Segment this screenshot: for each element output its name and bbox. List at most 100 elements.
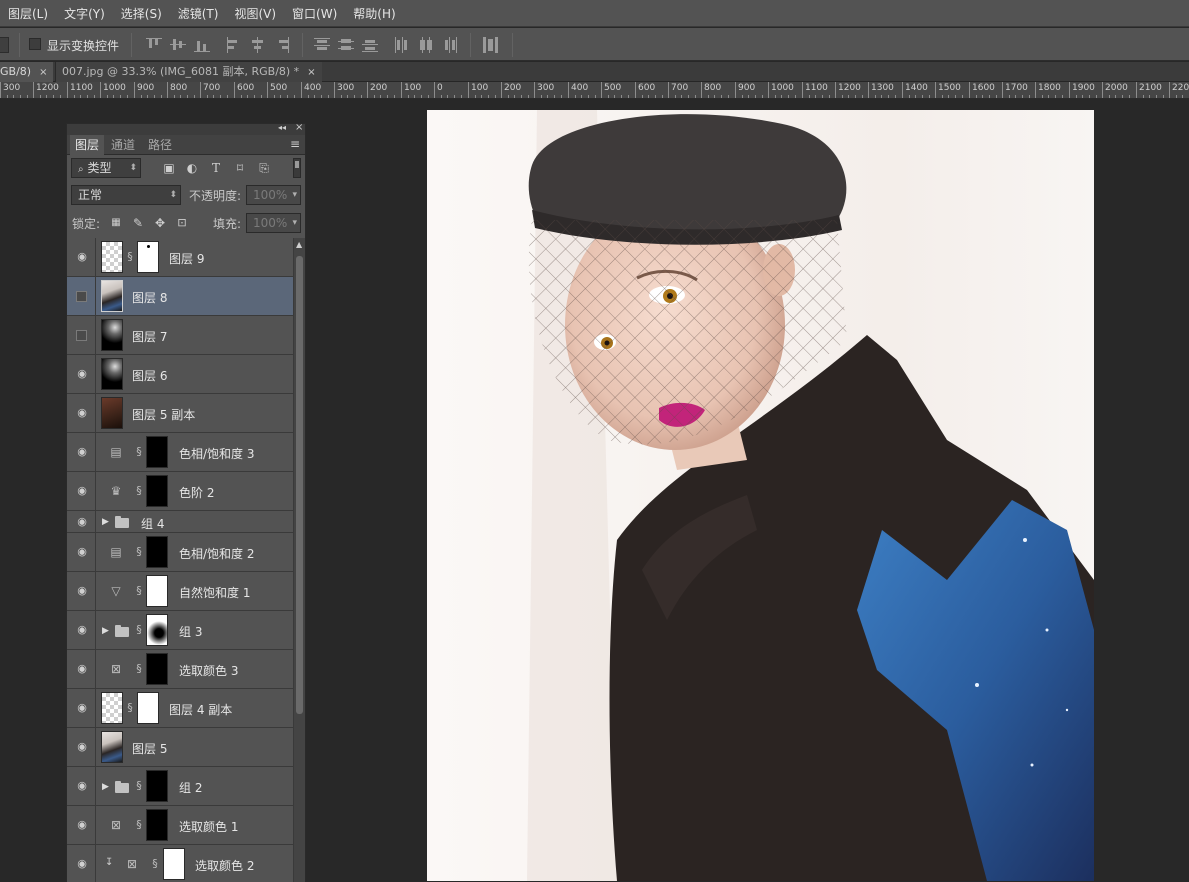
chain-link-icon[interactable]: § [135, 484, 143, 498]
lock-position-move-icon[interactable]: ✥ [152, 215, 168, 231]
eye-icon[interactable]: ◉ [75, 740, 89, 754]
layer-mask-thumbnail[interactable] [146, 614, 168, 646]
tab-layers[interactable]: 图层 [70, 135, 105, 155]
align-bottom-icon[interactable] [194, 37, 210, 53]
horizontal-ruler[interactable]: 300 1200 1100 1000 900 800 700 600 500 400 300 200 1… [0, 82, 1189, 99]
distribute-left-icon[interactable] [394, 37, 410, 53]
chain-link-icon[interactable]: § [135, 445, 143, 459]
auto-align-icon[interactable] [483, 37, 499, 53]
doc-tab-previous[interactable]: GB/8) × [0, 62, 54, 82]
layer-row[interactable]: ◉ ▶ § 组 3 [67, 611, 293, 650]
layer-row[interactable]: ◉ ▶ 组 4 [67, 511, 293, 533]
layer-mask-thumbnail[interactable] [137, 692, 159, 724]
close-icon[interactable]: × [39, 67, 47, 78]
eye-icon[interactable]: ◉ [75, 484, 89, 498]
chain-link-icon[interactable]: § [135, 545, 143, 559]
panel-titlebar[interactable]: ◂◂ × [67, 122, 305, 135]
filter-type-icon[interactable]: T [208, 160, 224, 176]
chain-link-icon[interactable]: § [151, 857, 159, 871]
lock-transparent-icon[interactable]: ▦ [108, 215, 124, 231]
layer-row[interactable]: ◉ ▽ § 自然饱和度 1 [67, 572, 293, 611]
align-hcenter-icon[interactable] [250, 37, 266, 53]
eye-icon[interactable]: ◉ [75, 662, 89, 676]
menu-help[interactable]: 帮助(H) [353, 5, 395, 22]
distribute-bottom-icon[interactable] [362, 37, 378, 53]
tab-channels[interactable]: 通道 [106, 135, 140, 155]
eye-icon[interactable]: ◉ [75, 701, 89, 715]
collapse-icon[interactable]: ◂◂ [278, 123, 286, 132]
fill-input[interactable]: 100% ▾ [246, 213, 301, 233]
blend-mode-select[interactable]: 正常 ⬍ [71, 185, 181, 205]
chain-link-icon[interactable]: § [135, 818, 143, 832]
menu-select[interactable]: 选择(S) [121, 5, 162, 22]
layer-mask-thumbnail[interactable] [146, 653, 168, 685]
layer-row[interactable]: ◉ 图层 5 副本 [67, 394, 293, 433]
distribute-right-icon[interactable] [442, 37, 458, 53]
layer-row[interactable]: ◉ ♛ § 色阶 2 [67, 472, 293, 511]
distribute-hcenter-icon[interactable] [418, 37, 434, 53]
layer-row[interactable]: ◉ 图层 6 [67, 355, 293, 394]
layer-row[interactable]: ◉ ▤ § 色相/饱和度 2 [67, 533, 293, 572]
filter-adjustment-icon[interactable]: ◐ [184, 160, 200, 176]
eye-icon[interactable]: ◉ [75, 623, 89, 637]
chain-link-icon[interactable]: § [126, 701, 134, 715]
layer-mask-thumbnail[interactable] [146, 536, 168, 568]
layer-mask-thumbnail[interactable] [137, 241, 159, 273]
layer-row[interactable]: ◉ § 图层 4 副本 [67, 689, 293, 728]
expand-triangle-icon[interactable]: ▶ [102, 516, 109, 528]
menu-type[interactable]: 文字(Y) [64, 5, 105, 22]
layer-mask-thumbnail[interactable] [146, 475, 168, 507]
layers-scrollbar[interactable]: ▲ [293, 238, 305, 882]
chain-link-icon[interactable]: § [126, 250, 134, 264]
align-top-icon[interactable] [146, 37, 162, 53]
eye-icon[interactable]: ◉ [75, 406, 89, 420]
layer-mask-thumbnail[interactable] [146, 436, 168, 468]
close-icon[interactable]: × [307, 67, 315, 78]
filter-toggle-switch[interactable] [293, 158, 301, 178]
layer-row[interactable]: ◉ ⊠ § 选取颜色 3 [67, 650, 293, 689]
chain-link-icon[interactable]: § [135, 662, 143, 676]
eye-icon[interactable]: ◉ [75, 445, 89, 459]
layer-row[interactable]: ◉ § 图层 9 [67, 238, 293, 277]
align-left-icon[interactable] [226, 37, 242, 53]
layer-row[interactable]: 图层 7 [67, 316, 293, 355]
eye-icon[interactable]: ◉ [75, 515, 89, 529]
chain-link-icon[interactable]: § [135, 584, 143, 598]
layer-row[interactable]: ◉ ↧ ⊠ § 选取颜色 2 [67, 845, 293, 882]
document-canvas-image[interactable] [427, 110, 1094, 881]
layer-row[interactable]: ◉ 图层 5 [67, 728, 293, 767]
expand-triangle-icon[interactable]: ▶ [102, 625, 109, 637]
layer-mask-thumbnail[interactable] [163, 848, 185, 880]
menu-window[interactable]: 窗口(W) [292, 5, 337, 22]
lock-all-padlock-icon[interactable]: ⊡ [174, 215, 190, 231]
eye-icon[interactable]: ◉ [75, 818, 89, 832]
filter-kind-select[interactable]: ⌕ 类型 ⬍ [71, 158, 141, 178]
visibility-toggle[interactable] [76, 291, 87, 302]
tool-preset-stub[interactable] [0, 37, 9, 53]
layer-mask-thumbnail[interactable] [146, 575, 168, 607]
layer-mask-thumbnail[interactable] [146, 770, 168, 802]
chain-link-icon[interactable]: § [135, 623, 143, 637]
scrollbar-thumb[interactable] [296, 256, 303, 714]
opacity-input[interactable]: 100% ▾ [246, 185, 301, 205]
scroll-up-icon[interactable]: ▲ [296, 240, 302, 249]
layer-row[interactable]: 图层 8 [67, 277, 293, 316]
eye-icon[interactable]: ◉ [75, 545, 89, 559]
expand-triangle-icon[interactable]: ▶ [102, 781, 109, 793]
menu-filter[interactable]: 滤镜(T) [178, 5, 219, 22]
distribute-vcenter-icon[interactable] [338, 37, 354, 53]
filter-smartobject-icon[interactable]: ⎘ [256, 160, 272, 176]
menu-layer[interactable]: 图层(L) [8, 5, 48, 22]
layer-row[interactable]: ◉ ▶ § 组 2 [67, 767, 293, 806]
eye-icon[interactable]: ◉ [75, 857, 89, 871]
distribute-top-icon[interactable] [314, 37, 330, 53]
doc-tab-active[interactable]: 007.jpg @ 33.3% (IMG_6081 副本, RGB/8) * × [55, 62, 322, 82]
eye-icon[interactable]: ◉ [75, 367, 89, 381]
eye-icon[interactable]: ◉ [75, 584, 89, 598]
eye-icon[interactable]: ◉ [75, 250, 89, 264]
panel-menu-icon[interactable]: ≡ [290, 137, 300, 151]
visibility-toggle[interactable] [76, 330, 87, 341]
chain-link-icon[interactable]: § [135, 779, 143, 793]
align-vcenter-icon[interactable] [170, 37, 186, 53]
show-transform-checkbox[interactable] [29, 38, 41, 50]
